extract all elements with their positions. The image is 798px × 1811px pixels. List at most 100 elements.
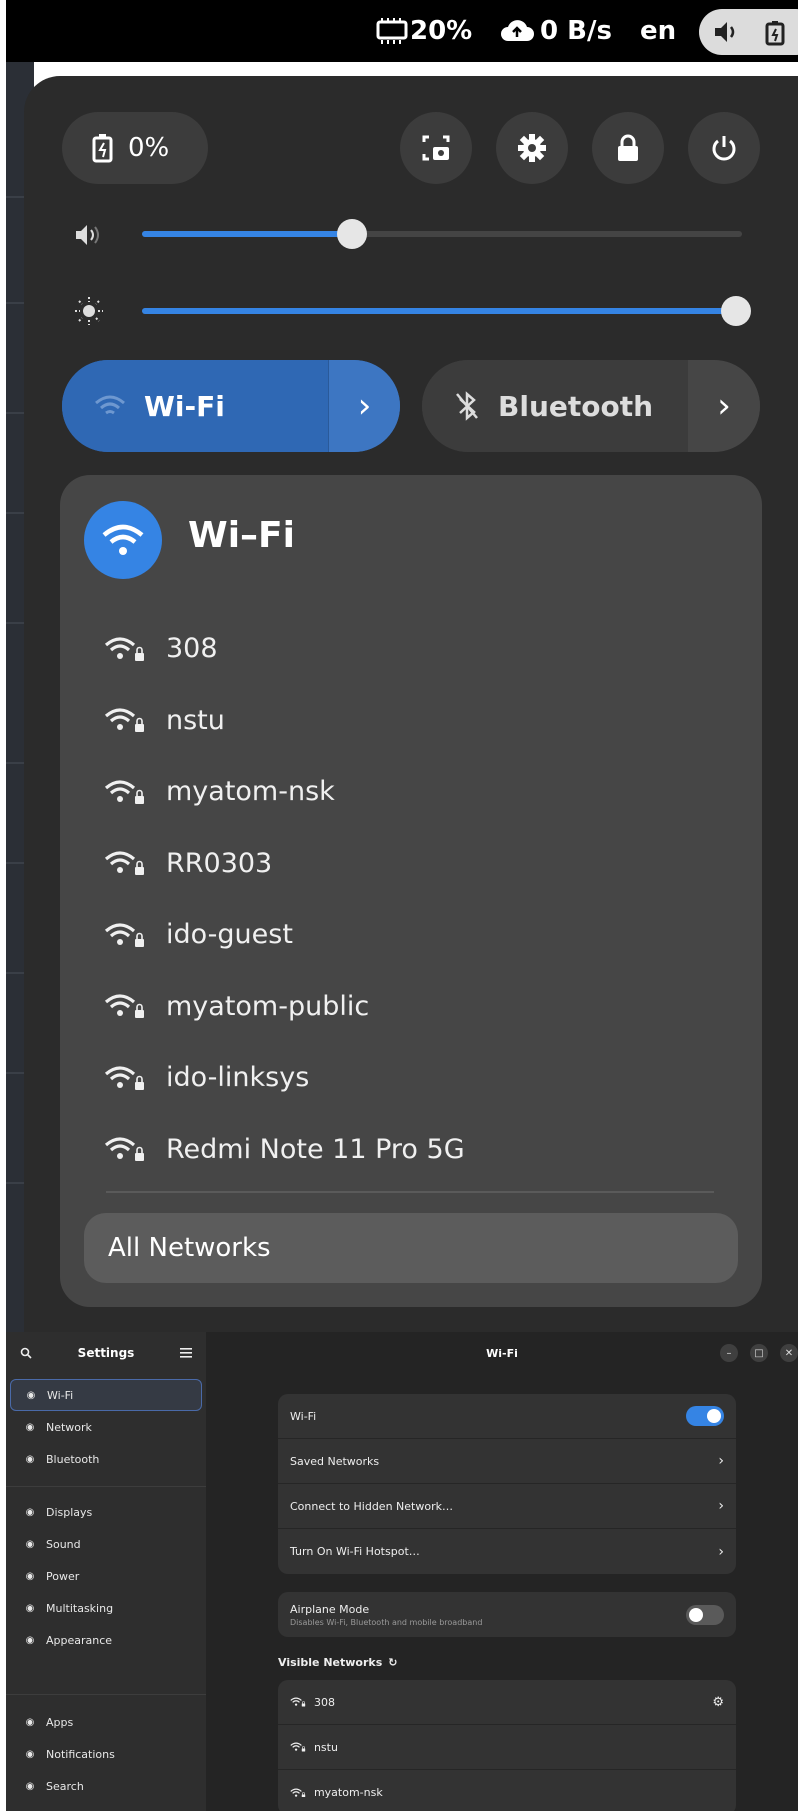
wifi-network-name: 308: [166, 633, 218, 665]
wifi-network-item[interactable]: ido-guest: [104, 899, 724, 971]
volume-icon: [715, 22, 735, 42]
chevron-right-icon: ›: [718, 1453, 724, 1469]
minimize-button[interactable]: –: [720, 1344, 738, 1362]
wifi-hotspot-row[interactable]: Turn On Wi-Fi Hotspot… ›: [278, 1529, 736, 1574]
sidebar-item-label: Power: [46, 1569, 80, 1583]
wifi-secure-icon: [290, 1788, 306, 1798]
wifi-toggle[interactable]: Wi-Fi: [62, 360, 328, 452]
network-icon: ◉: [25, 1421, 35, 1433]
system-menu-button[interactable]: [699, 9, 798, 55]
visible-network-row[interactable]: nstu: [278, 1725, 736, 1770]
bluetooth-disabled-icon: [456, 391, 478, 421]
wifi-toggle-tile[interactable]: Wi-Fi ›: [62, 360, 400, 452]
wifi-switch-row[interactable]: Wi-Fi: [278, 1394, 736, 1439]
settings-button[interactable]: [496, 112, 568, 184]
language-indicator[interactable]: en: [640, 0, 676, 62]
sound-icon: ◉: [25, 1538, 35, 1550]
all-networks-button[interactable]: All Networks: [84, 1213, 738, 1283]
visible-network-row[interactable]: 308 ⚙: [278, 1680, 736, 1725]
wifi-network-item[interactable]: ido-linksys: [104, 1042, 724, 1114]
sidebar-item-power[interactable]: ◉ Power: [10, 1560, 202, 1592]
power-off-button[interactable]: [688, 112, 760, 184]
network-speed-text: 0 B/s: [540, 16, 612, 46]
brightness-slider[interactable]: [142, 296, 751, 326]
sidebar-item-label: Displays: [46, 1505, 93, 1519]
wifi-secure-icon: [290, 1742, 306, 1752]
wifi-secure-icon: [104, 851, 144, 876]
wifi-secure-icon: [104, 994, 144, 1019]
wifi-secure-icon: [290, 1697, 306, 1707]
wifi-network-item[interactable]: myatom-nsk: [104, 756, 724, 828]
power-icon: [712, 136, 736, 161]
bluetooth-icon: ◉: [25, 1453, 35, 1465]
volume-slider-handle[interactable]: [337, 219, 367, 249]
battery-icon: [376, 18, 408, 44]
volume-slider[interactable]: [142, 219, 742, 249]
wifi-network-name: myatom-nsk: [166, 776, 335, 808]
sidebar-item-wifi[interactable]: ◉ Wi-Fi: [10, 1379, 202, 1411]
visible-networks-label: Visible Networks: [278, 1656, 383, 1669]
airplane-mode-row[interactable]: Airplane Mode Disables Wi-Fi, Bluetooth …: [278, 1592, 736, 1637]
wifi-switch[interactable]: [686, 1406, 724, 1426]
apps-icon: ◉: [25, 1716, 35, 1728]
battery-text: 20%: [410, 16, 473, 46]
saved-networks-row[interactable]: Saved Networks ›: [278, 1439, 736, 1484]
connect-hidden-network-row[interactable]: Connect to Hidden Network… ›: [278, 1484, 736, 1529]
brightness-slider-handle[interactable]: [721, 296, 751, 326]
wifi-network-item[interactable]: myatom-public: [104, 971, 724, 1043]
gear-icon[interactable]: ⚙: [712, 1695, 724, 1710]
wifi-secure-icon: [104, 923, 144, 947]
wifi-secure-icon: [104, 637, 144, 661]
wifi-hotspot-label: Turn On Wi-Fi Hotspot…: [290, 1545, 420, 1558]
sidebar-item-label: Sound: [46, 1537, 81, 1551]
sidebar-separator: [6, 1486, 206, 1487]
bluetooth-toggle-label: Bluetooth: [498, 389, 654, 423]
lock-button[interactable]: [592, 112, 664, 184]
brightness-slider-fill: [142, 308, 736, 314]
search-icon[interactable]: [20, 1347, 32, 1359]
network-speed-indicator[interactable]: 0 B/s: [500, 0, 612, 62]
connect-hidden-network-label: Connect to Hidden Network…: [290, 1499, 453, 1513]
refresh-spinner-icon: ↻: [388, 1656, 398, 1669]
sidebar-item-sound[interactable]: ◉ Sound: [10, 1528, 202, 1560]
wifi-network-list: 308 nstu myatom-nsk RR0303 ido-guest mya…: [104, 613, 724, 1185]
wifi-network-item[interactable]: Redmi Note 11 Pro 5G: [104, 1114, 724, 1186]
close-button[interactable]: ✕: [780, 1344, 798, 1362]
hamburger-menu-icon[interactable]: [180, 1348, 192, 1358]
airplane-mode-label: Airplane Mode: [290, 1602, 370, 1616]
sidebar-title: Settings: [77, 1346, 135, 1360]
top-bar: 20% 0 B/s en: [6, 0, 798, 62]
wifi-header-icon-circle: [84, 501, 162, 579]
sidebar-item-appearance[interactable]: ◉ Appearance: [10, 1624, 202, 1656]
battery-indicator[interactable]: 20%: [376, 0, 472, 62]
power-indicator-icon: [765, 21, 785, 46]
visible-network-name: myatom-nsk: [313, 1786, 383, 1799]
wifi-icon: ◉: [26, 1389, 36, 1401]
airplane-mode-switch[interactable]: [686, 1604, 724, 1625]
wifi-network-name: ido-guest: [166, 919, 293, 951]
sidebar-item-multitasking[interactable]: ◉ Multitasking: [10, 1592, 202, 1624]
sidebar-item-search[interactable]: ◉ Search: [10, 1770, 202, 1802]
screenshot-button[interactable]: [400, 112, 472, 184]
wifi-row-label: Wi-Fi: [290, 1409, 317, 1423]
visible-network-row[interactable]: myatom-nsk: [278, 1770, 736, 1811]
display-icon: ◉: [25, 1506, 35, 1518]
visible-networks-heading: Visible Networks ↻: [278, 1656, 398, 1669]
bluetooth-toggle-tile[interactable]: Bluetooth ›: [422, 360, 760, 452]
settings-sidebar: Settings ◉ Wi-Fi ◉ Network ◉ Bluetooth ◉ Di…: [6, 1332, 206, 1811]
volume-slider-fill: [142, 231, 352, 237]
sidebar-item-displays[interactable]: ◉ Displays: [10, 1496, 202, 1528]
maximize-icon: □: [754, 1347, 764, 1359]
sidebar-item-network[interactable]: ◉ Network: [10, 1411, 202, 1443]
bluetooth-toggle[interactable]: Bluetooth: [422, 360, 688, 452]
sidebar-item-apps[interactable]: ◉ Apps: [10, 1706, 202, 1738]
wifi-network-item[interactable]: nstu: [104, 685, 724, 757]
maximize-button[interactable]: □: [750, 1344, 768, 1362]
battery-button[interactable]: 0%: [62, 112, 208, 184]
visible-networks-list: 308 ⚙ nstu myatom-nsk: [278, 1680, 736, 1811]
wifi-network-item[interactable]: RR0303: [104, 828, 724, 900]
sidebar-item-bluetooth[interactable]: ◉ Bluetooth: [10, 1443, 202, 1475]
sidebar-item-notifications[interactable]: ◉ Notifications: [10, 1738, 202, 1770]
wifi-secure-icon: [104, 1066, 144, 1090]
wifi-network-item[interactable]: 308: [104, 613, 724, 685]
